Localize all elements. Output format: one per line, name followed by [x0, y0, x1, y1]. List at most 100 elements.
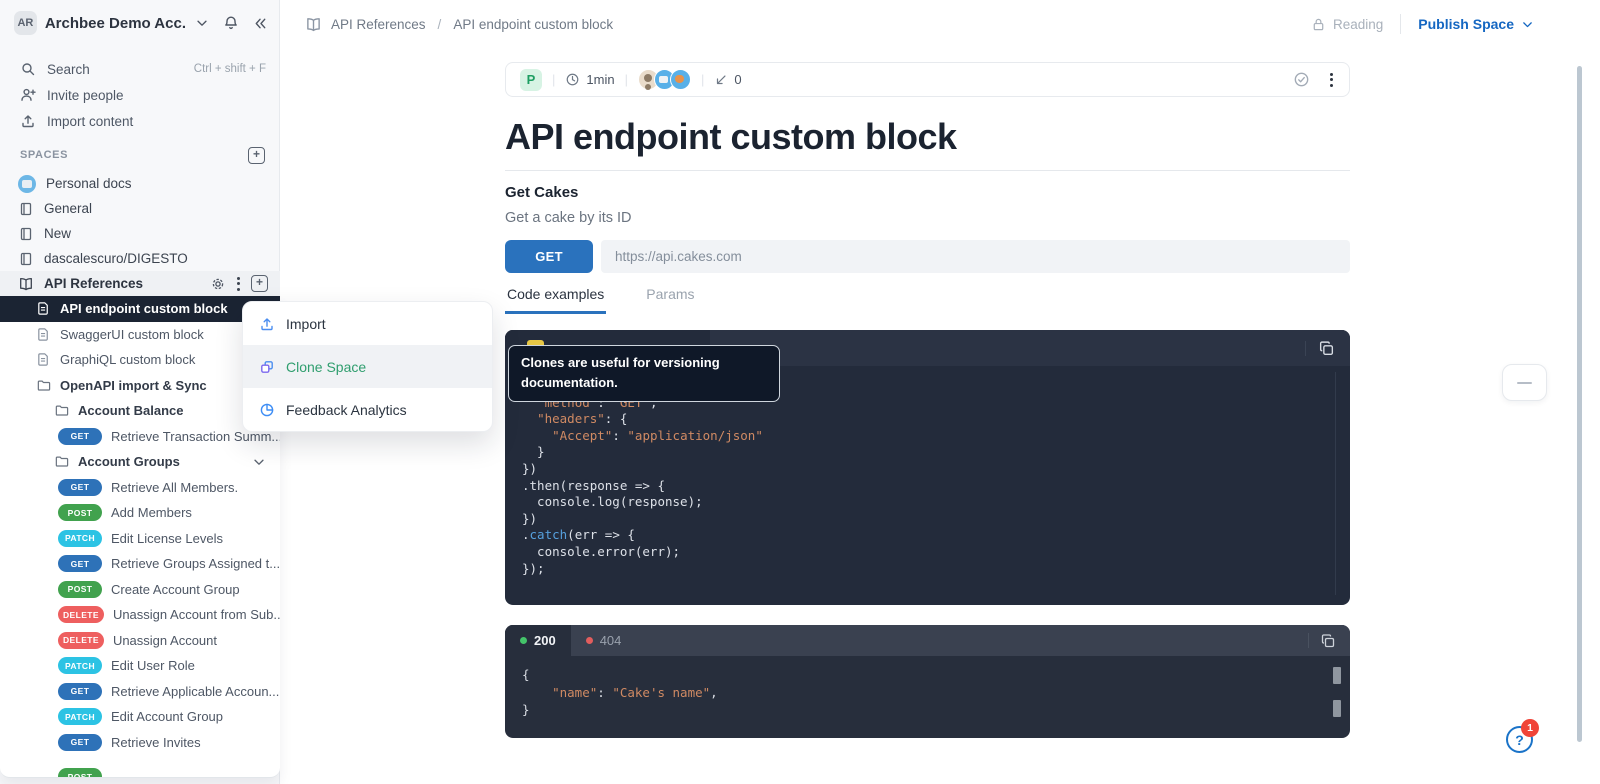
tree-doc-graphiql-custom-block[interactable]: GraphiQL custom block: [0, 347, 280, 373]
tree-endpoint[interactable]: GET Retrieve Transaction Summ...: [0, 424, 280, 450]
menu-item-import[interactable]: Import: [243, 302, 492, 345]
status-404-dot: [586, 637, 593, 644]
sidebar-space-api-references[interactable]: API References +: [0, 271, 280, 296]
sidebar-item-invite-people[interactable]: Invite people: [0, 82, 280, 108]
reading-label: Reading: [1333, 17, 1383, 32]
collapse-widget-button[interactable]: [1502, 364, 1547, 401]
tab-code-examples[interactable]: Code examples: [505, 284, 606, 314]
add-document-button[interactable]: +: [251, 275, 268, 292]
sidebar-space-personal-docs[interactable]: Personal docs: [0, 171, 280, 196]
sidebar-space-digesto[interactable]: dascalescuro/DIGESTO: [0, 246, 280, 271]
folder-icon: [54, 403, 69, 418]
method-badge: DELETE: [58, 632, 104, 649]
reading-mode-toggle[interactable]: Reading: [1311, 17, 1383, 32]
tab-params[interactable]: Params: [644, 284, 696, 314]
pie-chart-icon: [259, 402, 275, 418]
read-time-value: 1min: [586, 72, 614, 87]
tree-endpoint[interactable]: PATCH Edit License Levels: [0, 526, 280, 552]
chevron-down-icon[interactable]: [252, 455, 266, 469]
sidebar-item-search[interactable]: Search Ctrl + shift + F: [0, 56, 280, 82]
tree-folder-account-groups[interactable]: Account Groups: [0, 449, 280, 475]
tab-status-404[interactable]: 404: [571, 625, 637, 656]
kebab-menu-icon[interactable]: [235, 275, 242, 293]
tree-label: API endpoint custom block: [60, 301, 228, 316]
check-circle-icon[interactable]: [1293, 71, 1310, 88]
bell-icon[interactable]: [223, 15, 239, 31]
sidebar-item-import-content[interactable]: Import content: [0, 108, 280, 134]
tree-doc-api-endpoint-custom-block[interactable]: API endpoint custom block: [0, 296, 280, 322]
tree-endpoint[interactable]: GET Retrieve Applicable Accoun...: [0, 679, 280, 705]
tree-label: Retrieve Groups Assigned t...: [111, 556, 280, 571]
tree-folder-openapi-import-sync[interactable]: OpenAPI import & Sync: [0, 373, 280, 399]
sidebar-space-new[interactable]: New: [0, 221, 280, 246]
kebab-menu-icon[interactable]: [1328, 71, 1335, 89]
book-icon: [18, 251, 34, 267]
clone-icon: [259, 359, 275, 375]
sidebar-space-general[interactable]: General: [0, 196, 280, 221]
tree-label: Retrieve Invites: [111, 735, 201, 750]
tree-endpoint[interactable]: PATCH Edit User Role: [0, 653, 280, 679]
tree-endpoint[interactable]: PATCH Edit Account Group: [0, 704, 280, 730]
tree-folder-account-balance[interactable]: Account Balance: [0, 398, 280, 424]
response-content: { "name": "Cake's name",}: [505, 656, 1350, 719]
avatar[interactable]: [670, 69, 691, 90]
tree-endpoint[interactable]: GET Retrieve Groups Assigned t...: [0, 551, 280, 577]
tree-endpoint[interactable]: GET Retrieve Invites: [0, 730, 280, 756]
tree-endpoint[interactable]: POST Create Account Group: [0, 577, 280, 603]
response-scrollbar-thumb[interactable]: [1333, 667, 1341, 684]
method-badge: PATCH: [58, 708, 102, 725]
copy-icon[interactable]: [1318, 340, 1335, 357]
contributor-avatars[interactable]: [638, 69, 691, 90]
method-button[interactable]: GET: [505, 240, 593, 273]
menu-item-feedback-analytics[interactable]: Feedback Analytics: [243, 388, 492, 431]
copy-icon[interactable]: [1320, 633, 1336, 649]
request-bar: GET https://api.cakes.com: [505, 240, 1350, 273]
upload-icon: [259, 316, 275, 332]
method-badge: GET: [58, 479, 102, 496]
status-code: 404: [600, 633, 622, 648]
add-space-button[interactable]: +: [248, 147, 265, 164]
publish-space-button[interactable]: Publish Space: [1418, 16, 1534, 32]
method-badge: PATCH: [58, 657, 102, 674]
response-block: 200 404 { "name": "Cake's name",}: [505, 625, 1350, 738]
tree-label: Account Balance: [78, 403, 183, 418]
url-field[interactable]: https://api.cakes.com: [601, 240, 1350, 273]
response-scrollbar-thumb[interactable]: [1333, 700, 1341, 717]
author-badge[interactable]: P: [520, 69, 542, 91]
tree-endpoint-clipped[interactable]: POST: [0, 764, 280, 778]
method-badge: POST: [58, 581, 102, 598]
file-icon: [36, 352, 51, 367]
endpoint-description: Get a cake by its ID: [505, 210, 632, 226]
chevron-down-icon[interactable]: [195, 16, 209, 30]
breadcrumb-space[interactable]: API References: [331, 17, 426, 32]
tree-label: Create Account Group: [111, 582, 240, 597]
tab-status-200[interactable]: 200: [505, 625, 571, 656]
code-scrollbar-track[interactable]: [1335, 372, 1336, 595]
tree-endpoint[interactable]: GET Retrieve All Members.: [0, 475, 280, 501]
breadcrumb: API References / API endpoint custom blo…: [305, 16, 613, 33]
tree-endpoint[interactable]: DELETE Unassign Account from Sub...: [0, 602, 280, 628]
page-scrollbar-thumb[interactable]: [1577, 66, 1582, 742]
gear-icon[interactable]: [210, 276, 226, 292]
tree-endpoint[interactable]: DELETE Unassign Account: [0, 628, 280, 654]
space-label: Personal docs: [46, 176, 132, 191]
collapse-sidebar-icon[interactable]: [253, 16, 268, 31]
tree-label: Retrieve All Members.: [111, 480, 238, 495]
tree-endpoint[interactable]: POST Add Members: [0, 500, 280, 526]
space-avatar: [18, 175, 36, 193]
folder-icon: [36, 378, 51, 393]
tree-label: OpenAPI import & Sync: [60, 378, 207, 393]
method-badge: POST: [58, 768, 102, 778]
menu-item-clone-space[interactable]: Clone Space: [243, 345, 492, 388]
menu-item-label: Clone Space: [286, 359, 366, 375]
breadcrumb-separator: /: [438, 17, 442, 32]
breadcrumb-doc[interactable]: API endpoint custom block: [453, 17, 613, 32]
space-label: New: [44, 226, 71, 241]
tree-doc-swaggerui-custom-block[interactable]: SwaggerUI custom block: [0, 322, 280, 348]
method-badge: PATCH: [58, 530, 102, 547]
response-status-tabs: 200 404: [505, 625, 1350, 656]
workspace-switcher[interactable]: AR Archbee Demo Acc...: [0, 8, 280, 38]
file-icon: [36, 327, 51, 342]
lock-icon: [1311, 17, 1326, 32]
minus-icon: [1517, 382, 1532, 384]
